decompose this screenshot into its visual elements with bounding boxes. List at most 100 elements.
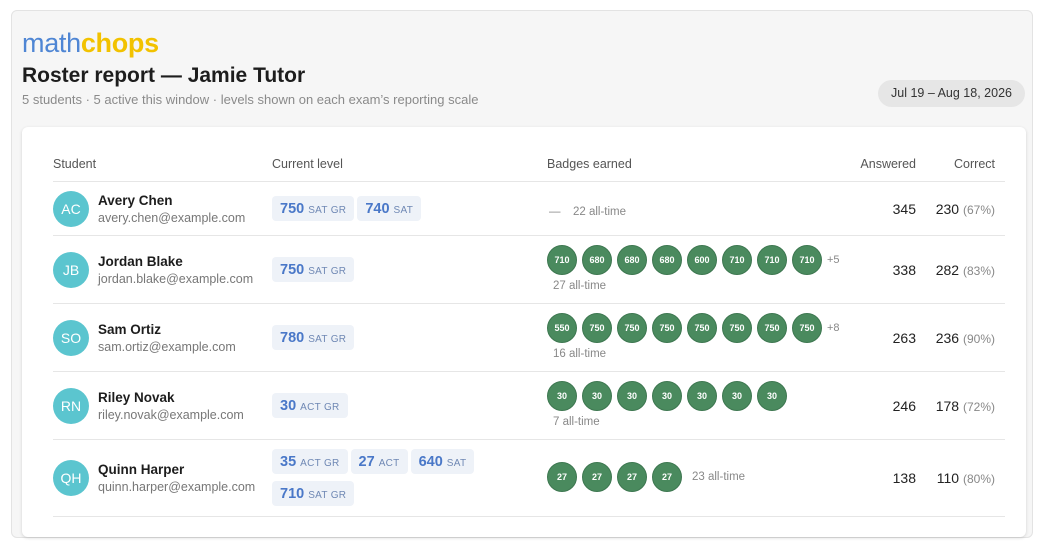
table-row[interactable]: AC Avery Chen avery.chen@example.com 750… xyxy=(53,182,1005,236)
level-chips: 35 ACT GR 27 ACT 640 SAT710 SAT GR xyxy=(272,449,532,513)
level-chips: 780 SAT GR xyxy=(272,325,532,357)
table-row[interactable]: JB Jordan Blake jordan.blake@example.com… xyxy=(53,236,1005,304)
badge-circle[interactable]: 27 xyxy=(547,462,577,492)
badge-circle[interactable]: 750 xyxy=(582,313,612,343)
correct-percent: (67%) xyxy=(962,203,995,217)
correct-value: 110 xyxy=(936,470,960,486)
student-name[interactable]: Quinn Harper xyxy=(98,462,184,477)
table-row[interactable]: QH Quinn Harper quinn.harper@example.com… xyxy=(53,440,1005,517)
level-scale: SAT xyxy=(446,458,467,469)
badge-circle[interactable]: 30 xyxy=(757,381,787,411)
level-scale: ACT GR xyxy=(300,458,340,469)
correct-count: 236 (90%) xyxy=(933,330,995,346)
badge-circle[interactable]: 30 xyxy=(687,381,717,411)
answered-count: 138 xyxy=(892,470,916,486)
all-time-count: 22 all-time xyxy=(572,206,627,218)
student-name[interactable]: Jordan Blake xyxy=(98,254,183,269)
badge-circle[interactable]: 680 xyxy=(617,245,647,275)
correct-percent: (80%) xyxy=(962,472,995,486)
correct-percent: (72%) xyxy=(962,400,995,414)
badge-circle[interactable]: 680 xyxy=(582,245,612,275)
logo-part-math: math xyxy=(22,28,81,58)
answered-count: 246 xyxy=(892,398,916,414)
level-value: 30 xyxy=(280,398,297,414)
correct-count: 282 (83%) xyxy=(933,262,995,278)
avatar: QH xyxy=(53,460,89,496)
badge-circle[interactable]: 27 xyxy=(617,462,647,492)
level-chip: 750 SAT GR xyxy=(272,196,355,221)
badge-circle[interactable]: 710 xyxy=(722,245,752,275)
level-chips: 750 SAT GR xyxy=(272,257,532,289)
all-time-count: 23 all-time xyxy=(692,471,746,483)
correct-count: 230 (67%) xyxy=(933,201,995,217)
student-email: avery.chen@example.com xyxy=(98,211,246,225)
student-email: sam.ortiz@example.com xyxy=(98,340,236,354)
correct-value: 282 xyxy=(935,262,960,278)
badge-circle[interactable]: 750 xyxy=(652,313,682,343)
more-badges-count[interactable]: +8 xyxy=(827,322,840,334)
student-email: riley.novak@example.com xyxy=(98,408,244,422)
correct-value: 230 xyxy=(935,201,960,217)
badges-cell: 550 750 750 750 750 750 750 750 +8 16 all-time xyxy=(547,313,840,360)
badge-circle[interactable]: 750 xyxy=(617,313,647,343)
level-scale: SAT xyxy=(393,205,414,216)
badge-circle[interactable]: 30 xyxy=(722,381,752,411)
correct-value: 178 xyxy=(935,398,960,414)
date-range-pill[interactable]: Jul 19 – Aug 18, 2026 xyxy=(878,80,1025,107)
table-header: Student Current level Badges earned Answ… xyxy=(53,157,1005,182)
badge-list: 30 30 30 30 30 30 30 xyxy=(547,381,792,411)
badge-circle[interactable]: 750 xyxy=(722,313,752,343)
level-scale: SAT GR xyxy=(308,266,347,277)
page-subtitle: 5 students · 5 active this window · leve… xyxy=(22,92,479,107)
correct-count: 178 (72%) xyxy=(933,398,995,414)
level-value: 780 xyxy=(280,330,305,346)
header-student: Student xyxy=(53,157,97,171)
badge-circle[interactable]: 750 xyxy=(687,313,717,343)
student-name[interactable]: Avery Chen xyxy=(98,193,173,208)
answered-count: 338 xyxy=(892,262,916,278)
level-chip: 710 SAT GR xyxy=(272,481,355,506)
answered-count: 263 xyxy=(892,330,916,346)
badge-circle[interactable]: 710 xyxy=(792,245,822,275)
level-scale: SAT GR xyxy=(308,490,347,501)
badge-list: 550 750 750 750 750 750 750 750 +8 xyxy=(547,313,840,343)
table-row[interactable]: SO Sam Ortiz sam.ortiz@example.com 780 SA… xyxy=(53,304,1005,372)
level-scale: ACT xyxy=(378,458,400,469)
level-value: 740 xyxy=(365,201,390,217)
badge-circle[interactable]: 30 xyxy=(617,381,647,411)
table-row[interactable]: RN Riley Novak riley.novak@example.com 3… xyxy=(53,372,1005,440)
badge-circle[interactable]: 750 xyxy=(792,313,822,343)
mathchops-logo[interactable]: mathchops xyxy=(22,28,159,59)
correct-percent: (83%) xyxy=(962,264,995,278)
badge-circle[interactable]: 750 xyxy=(757,313,787,343)
header-answered: Answered xyxy=(860,157,916,171)
badge-circle[interactable]: 550 xyxy=(547,313,577,343)
level-scale: ACT GR xyxy=(300,402,340,413)
level-value: 27 xyxy=(358,454,375,470)
all-time-count: 27 all-time xyxy=(553,280,607,292)
student-email: jordan.blake@example.com xyxy=(98,272,254,286)
logo-part-chops: chops xyxy=(80,28,159,58)
student-email: quinn.harper@example.com xyxy=(98,480,256,494)
badge-circle[interactable]: 600 xyxy=(687,245,717,275)
badge-circle[interactable]: 27 xyxy=(652,462,682,492)
avatar: AC xyxy=(53,191,89,227)
student-name[interactable]: Sam Ortiz xyxy=(98,322,161,337)
badges-cell: — 22 all-time xyxy=(547,202,626,220)
level-chip: 30 ACT GR xyxy=(272,393,348,418)
avatar: JB xyxy=(53,252,89,288)
badges-cell: 30 30 30 30 30 30 30 7 all-time xyxy=(547,381,792,428)
level-chip: 740 SAT xyxy=(357,196,422,221)
all-time-count: 7 all-time xyxy=(553,416,600,428)
badge-circle[interactable]: 30 xyxy=(547,381,577,411)
badge-circle[interactable]: 710 xyxy=(547,245,577,275)
badge-circle[interactable]: 30 xyxy=(652,381,682,411)
badge-circle[interactable]: 680 xyxy=(652,245,682,275)
badge-list: 710 680 680 680 600 710 710 710 +5 xyxy=(547,245,840,275)
more-badges-count[interactable]: +5 xyxy=(827,254,840,266)
badge-circle[interactable]: 30 xyxy=(582,381,612,411)
badge-circle[interactable]: 710 xyxy=(757,245,787,275)
student-name[interactable]: Riley Novak xyxy=(98,390,175,405)
badge-circle[interactable]: 27 xyxy=(582,462,612,492)
page-title: Roster report — Jamie Tutor xyxy=(22,64,306,87)
